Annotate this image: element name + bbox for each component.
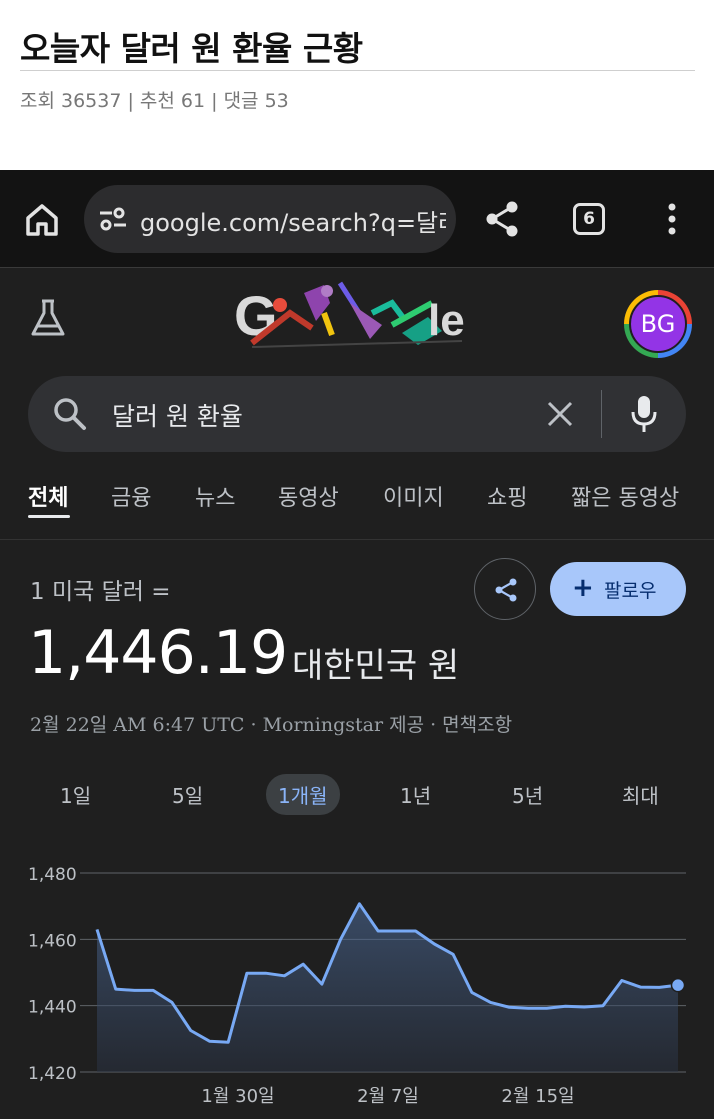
account-avatar[interactable]: BG (624, 290, 692, 358)
browser-toolbar: google.com/search?q=달러 6 (0, 170, 714, 268)
period-5y[interactable]: 5년 (512, 780, 543, 809)
site-settings-icon[interactable] (98, 205, 128, 233)
search-input[interactable]: 달러 원 환율 (112, 397, 243, 433)
microphone-icon[interactable] (628, 394, 660, 434)
svg-text:le: le (428, 296, 465, 345)
search-box[interactable]: 달러 원 환율 (28, 376, 686, 452)
follow-button[interactable]: + 팔로우 (550, 562, 686, 616)
search-divider (601, 390, 602, 438)
y-tick-label: 1,440 (28, 998, 77, 1018)
tab-images[interactable]: 이미지 (383, 480, 444, 512)
period-1d[interactable]: 1일 (60, 780, 91, 809)
tab-news[interactable]: 뉴스 (195, 480, 235, 512)
latest-point-marker (670, 977, 686, 993)
labs-flask-icon[interactable] (30, 298, 66, 338)
x-tick-label: 2월 7일 (357, 1086, 419, 1107)
active-tab-indicator (28, 515, 70, 518)
tab-all[interactable]: 전체 (28, 480, 68, 512)
search-icon (54, 398, 86, 430)
period-1m[interactable]: 1개월 (266, 774, 340, 815)
post-meta: 조회 36537 | 추천 61 | 댓글 53 (20, 90, 289, 112)
rate-source-meta: 2월 22일 AM 6:47 UTC · Morningstar 제공 · 면책… (30, 714, 513, 736)
exchange-rate-chart[interactable]: 1,480 1,460 1,440 1,420 1월 30일 2월 7일 2월 15일 (0, 850, 714, 1119)
period-selector: 1일 5일 1개월 1년 5년 최대 (0, 770, 714, 820)
chart-area-fill (97, 903, 678, 1072)
x-tick-label: 2월 15일 (501, 1086, 574, 1107)
tab-finance[interactable]: 금융 (111, 480, 151, 512)
y-tick-label: 1,480 (28, 865, 77, 885)
tab-videos[interactable]: 동영상 (278, 480, 339, 512)
tab-shopping[interactable]: 쇼핑 (487, 480, 527, 512)
address-bar[interactable]: google.com/search?q=달러 (84, 185, 456, 253)
rate-label: 1 미국 달러 = (30, 579, 171, 605)
plus-icon: + (572, 573, 594, 603)
period-5d[interactable]: 5일 (172, 780, 203, 809)
home-icon[interactable] (22, 200, 62, 240)
clear-icon[interactable] (546, 400, 574, 428)
period-max[interactable]: 최대 (622, 780, 659, 809)
more-menu-icon[interactable] (666, 202, 678, 236)
x-tick-label: 1월 30일 (201, 1086, 274, 1107)
period-1y[interactable]: 1년 (400, 780, 431, 809)
rate-share-button[interactable] (474, 558, 536, 620)
share-icon[interactable] (484, 200, 520, 238)
tab-switcher-button[interactable]: 6 (573, 203, 605, 235)
google-doodle-logo[interactable]: G le (232, 273, 482, 355)
phone-screenshot: google.com/search?q=달러 6 G le BG 달러 원 환율… (0, 170, 714, 1119)
url-text: google.com/search?q=달러 (140, 209, 446, 237)
y-tick-label: 1,460 (28, 931, 77, 951)
avatar-initials: BG (629, 295, 687, 353)
search-tabs: 전체 금융 뉴스 동영상 이미지 쇼핑 짧은 동영상 (0, 470, 714, 540)
post-title: 오늘자 달러 원 환율 근황 (20, 29, 363, 68)
title-divider (20, 70, 695, 71)
rate-currency: 대한민국 원 (292, 646, 460, 686)
rate-value: 1,446.19 (28, 618, 288, 688)
y-tick-label: 1,420 (28, 1064, 77, 1084)
follow-label: 팔로우 (604, 580, 657, 602)
share-icon (495, 578, 517, 602)
tab-short-videos[interactable]: 짧은 동영상 (571, 480, 679, 512)
